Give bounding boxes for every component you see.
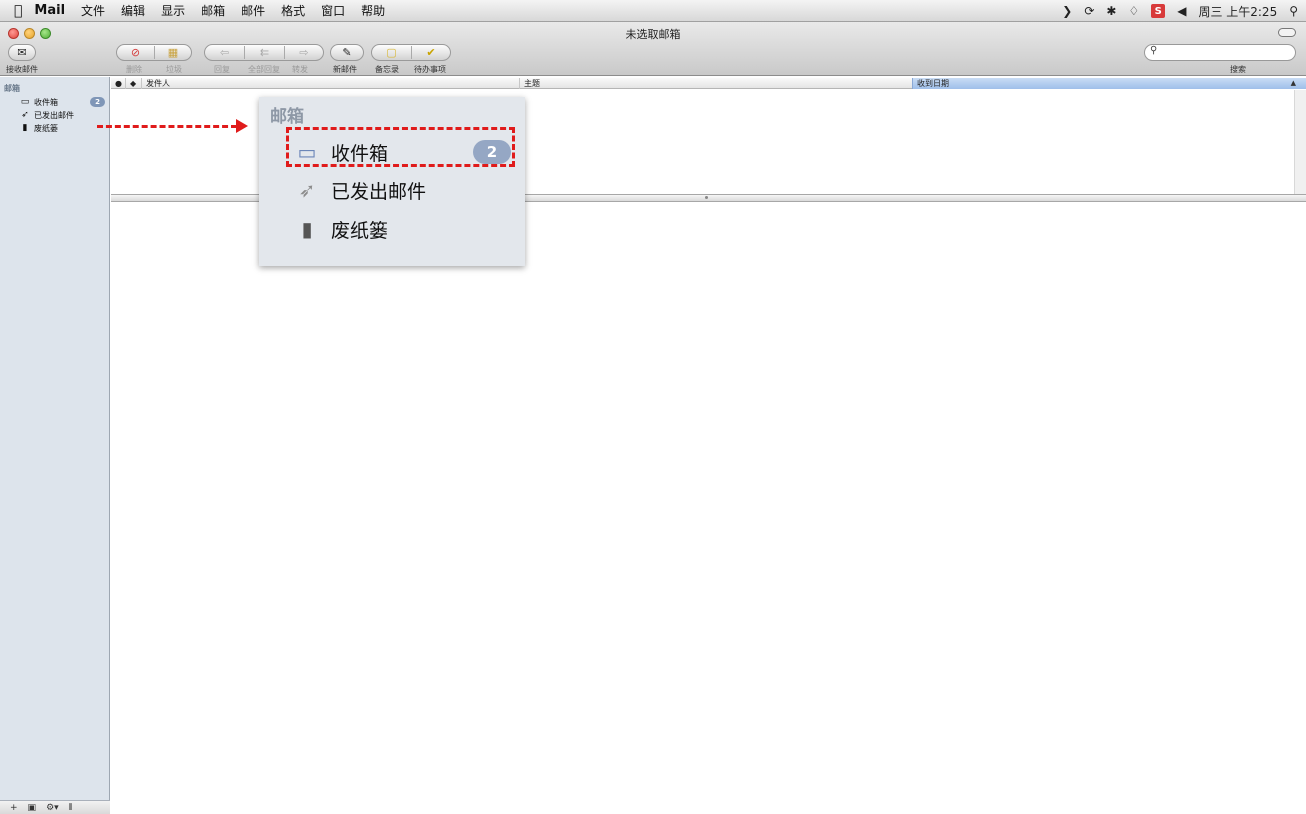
reply-icon[interactable]: ⇦ — [205, 46, 244, 59]
callout-item-sent: ➶ 已发出邮件 — [295, 175, 426, 205]
volume-icon[interactable]: ◀ — [1177, 4, 1186, 18]
annotation-arrowhead-icon — [236, 119, 248, 133]
sync-icon[interactable]: ⟳ — [1084, 4, 1094, 18]
menu-format[interactable]: 格式 — [273, 2, 313, 19]
unread-badge: 2 — [90, 97, 105, 107]
menu-view[interactable]: 显示 — [153, 2, 193, 19]
callout-item-label: 废纸篓 — [331, 219, 389, 242]
show-activity-icon[interactable]: ▣ — [28, 803, 37, 813]
menu-mailbox[interactable]: 邮箱 — [193, 2, 233, 19]
todo-label: 待办事项 — [414, 65, 446, 74]
menu-message[interactable]: 邮件 — [233, 2, 273, 19]
menu-app-name[interactable]: Mail — [28, 3, 73, 18]
window-titlebar: 未选取邮箱 ✉ 接收邮件 ⊘ ▦ 删除 垃圾 ⇦ ⇇ ⇨ 回复 全部回复 转发 … — [0, 22, 1306, 76]
junk-icon[interactable]: ▦ — [153, 46, 191, 59]
column-date-received[interactable]: 收到日期 ▲ — [912, 78, 1306, 89]
search-icon: ⚲ — [1150, 45, 1158, 56]
new-message-label: 新邮件 — [333, 65, 357, 74]
sidebar-item-sent[interactable]: ➶ 已发出邮件 — [20, 109, 74, 121]
column-subject[interactable]: 主题 — [519, 78, 912, 89]
message-preview-pane — [111, 202, 1306, 814]
junk-label: 垃圾 — [166, 65, 182, 74]
apple-menu-icon[interactable]:  — [0, 3, 28, 19]
todo-icon[interactable]: ✔ — [410, 46, 450, 59]
menu-file[interactable]: 文件 — [73, 2, 113, 19]
inbox-icon: ▭ — [20, 97, 30, 107]
menu-bar:  Mail 文件 编辑 显示 邮箱 邮件 格式 窗口 帮助 ❯ ⟳ ✱ ♢ S… — [0, 0, 1306, 22]
sidebar-item-trash[interactable]: ▮ 废纸篓 — [20, 122, 58, 134]
annotation-highlight-box — [286, 127, 515, 167]
note-label: 备忘录 — [375, 65, 399, 74]
message-list-scrollbar[interactable] — [1294, 90, 1306, 194]
column-date-label: 收到日期 — [917, 79, 949, 88]
splitter-grip-icon — [705, 196, 708, 199]
reply-all-label: 全部回复 — [248, 65, 280, 74]
message-list-header: ● ◆ 发件人 主题 收到日期 ▲ — [111, 78, 1306, 89]
reply-all-icon[interactable]: ⇇ — [244, 46, 283, 59]
trash-icon: ▮ — [301, 217, 313, 241]
reply-group: ⇦ ⇇ ⇨ — [204, 44, 324, 61]
callout-title: 邮箱 — [270, 107, 304, 127]
toolbar-toggle-button[interactable] — [1278, 28, 1296, 37]
get-mail-button[interactable]: ✉ — [8, 44, 36, 61]
compose-icon: ✎ — [342, 46, 352, 59]
search-input[interactable]: ⚲ — [1144, 44, 1296, 61]
zoom-callout: 邮箱 ▭ 收件箱 2 ➶ 已发出邮件 ▮ 废纸篓 — [259, 97, 525, 266]
spotlight-icon[interactable]: ⚲ — [1289, 4, 1298, 18]
sort-ascending-icon: ▲ — [1290, 79, 1296, 87]
callout-item-trash: ▮ 废纸篓 — [295, 214, 388, 244]
menu-help[interactable]: 帮助 — [353, 2, 393, 19]
menu-edit[interactable]: 编辑 — [113, 2, 153, 19]
callout-item-label: 已发出邮件 — [331, 180, 427, 203]
annotation-arrow-line — [97, 125, 237, 128]
trash-icon: ▮ — [22, 123, 28, 133]
get-mail-label: 接收邮件 — [6, 65, 38, 74]
unread-column-icon[interactable]: ● — [111, 78, 122, 89]
input-method-icon[interactable]: S — [1151, 4, 1166, 18]
sidebar-item-inbox[interactable]: ▭ 收件箱 — [20, 96, 58, 108]
resize-handle-icon[interactable]: ⦀ — [69, 803, 73, 813]
sidebar-item-label: 已发出邮件 — [34, 110, 74, 120]
reply-label: 回复 — [214, 65, 230, 74]
new-message-button[interactable]: ✎ — [330, 44, 364, 61]
menu-clock[interactable]: 周三 上午2:25 — [1198, 3, 1277, 20]
forward-icon[interactable]: ⇨ — [283, 46, 323, 59]
forward-label: 转发 — [292, 65, 308, 74]
delete-junk-group: ⊘ ▦ — [116, 44, 192, 61]
delete-label: 删除 — [126, 65, 142, 74]
gear-icon[interactable]: ⚙▾ — [46, 803, 59, 813]
bluetooth-icon[interactable]: ✱ — [1106, 4, 1116, 18]
sidebar-item-label: 收件箱 — [34, 97, 58, 107]
search-label: 搜索 — [1230, 65, 1246, 74]
note-icon[interactable]: ▢ — [372, 46, 411, 59]
window-title: 未选取邮箱 — [625, 28, 681, 41]
menu-window[interactable]: 窗口 — [313, 2, 353, 19]
sidebar-item-label: 废纸篓 — [34, 123, 58, 133]
sent-icon: ➶ — [298, 178, 316, 202]
envelope-icon: ✉ — [17, 46, 27, 59]
sidebar-header: 邮箱 — [4, 84, 20, 93]
sidebar-bottom-bar: + ▣ ⚙▾ ⦀ — [0, 800, 110, 814]
flag-column-icon[interactable]: ◆ — [125, 78, 141, 89]
note-todo-group: ▢ ✔ — [371, 44, 451, 61]
sent-icon: ➶ — [21, 110, 29, 120]
delete-icon[interactable]: ⊘ — [117, 46, 154, 59]
mailbox-sidebar: 邮箱 ▭ 收件箱 2 ➶ 已发出邮件 ▮ 废纸篓 + ▣ ⚙▾ ⦀ — [0, 77, 110, 814]
add-mailbox-icon[interactable]: + — [10, 803, 18, 813]
arrow-right-icon[interactable]: ❯ — [1062, 4, 1072, 18]
wifi-icon[interactable]: ♢ — [1128, 4, 1139, 18]
column-sender[interactable]: 发件人 — [141, 78, 519, 89]
